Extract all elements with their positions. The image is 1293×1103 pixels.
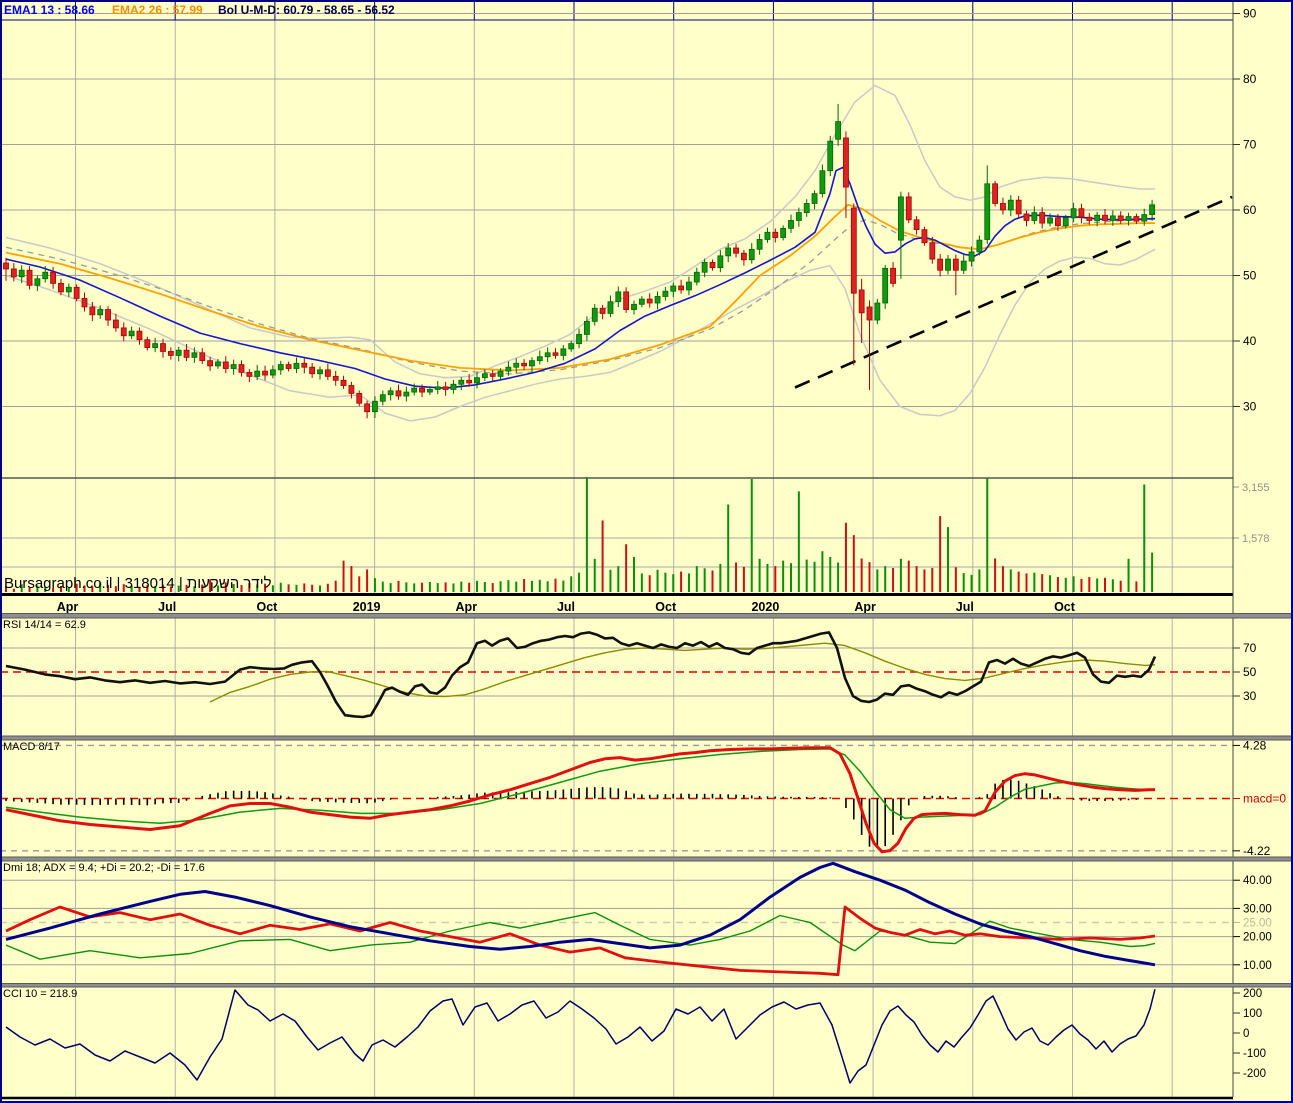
x-axis-label: Apr [57,600,79,614]
cci-y-label: -100 [1243,1048,1266,1060]
chart-window: { "header": { "ema1_label": "EMA1 13 : 5… [0,0,1293,1103]
watermark-security-name: Bursagraph.co.il | 318014 | לידר השקעות [4,575,272,592]
panel-separator [0,983,1293,988]
rsi-y-label: 30 [1243,689,1257,703]
cci-panel-title: CCI 10 = 218.9 [3,988,78,1000]
x-axis-label: Jul [956,600,974,614]
dmi-y-label: 25.00 [1243,918,1272,930]
price-y-label: 80 [1243,72,1257,86]
price-y-label: 60 [1243,203,1257,217]
panel-separator [0,613,1293,619]
volume-y-label: 1,578 [1242,533,1270,545]
x-axis-label: Oct [256,600,278,614]
dmi-y-label: 30.00 [1243,903,1272,915]
x-axis-label: Apr [854,600,876,614]
x-axis-label: 2020 [751,600,779,614]
dmi-y-label: 10.00 [1243,960,1272,972]
volume-y-label: 3,155 [1242,482,1270,494]
x-axis-label: Oct [1054,600,1076,614]
x-axis-label: Apr [456,600,478,614]
rsi-panel-title: RSI 14/14 = 62.9 [3,619,86,631]
x-axis-label: Jul [158,600,176,614]
price-y-label: 90 [1243,7,1257,21]
ema1-legend: EMA1 13 : 58.66 [4,3,95,17]
price-y-label: 50 [1243,269,1257,283]
chart-canvas: 90 80 70 60 50 40 30 3,155 1,578 70 50 30 4.28 macd=0… [0,0,1293,1103]
cci-y-label: 100 [1243,1008,1262,1020]
dmi-y-label: 20.00 [1243,932,1272,944]
x-axis-label: Oct [655,600,677,614]
dmi-panel-title: Dmi 18; ADX = 9.4; +Di = 20.2; -Di = 17.… [3,862,205,874]
price-y-label: 30 [1243,400,1257,414]
cci-y-label: 0 [1243,1028,1249,1040]
ema2-legend: EMA2 26 : 57.99 [112,3,203,17]
x-axis-label: Jul [557,600,575,614]
panel-separator [0,856,1293,862]
price-y-label: 40 [1243,334,1257,348]
rsi-y-label: 50 [1243,665,1257,679]
cci-y-label: 200 [1243,988,1262,1000]
x-axis-label: 2019 [353,600,381,614]
macd-y-label: -4.22 [1243,844,1271,858]
panel-separator [0,735,1293,741]
macd-y-label: 4.28 [1243,738,1267,752]
price-y-label: 70 [1243,138,1257,152]
macd-panel-title: MACD 8/17 [3,741,60,753]
dmi-y-label: 40.00 [1243,875,1272,887]
macd-y-label: macd=0 [1243,792,1286,806]
rsi-y-label: 70 [1243,641,1257,655]
bollinger-legend: Bol U-M-D: 60.79 - 58.65 - 56.52 [218,3,395,17]
cci-y-label: -200 [1243,1068,1266,1080]
